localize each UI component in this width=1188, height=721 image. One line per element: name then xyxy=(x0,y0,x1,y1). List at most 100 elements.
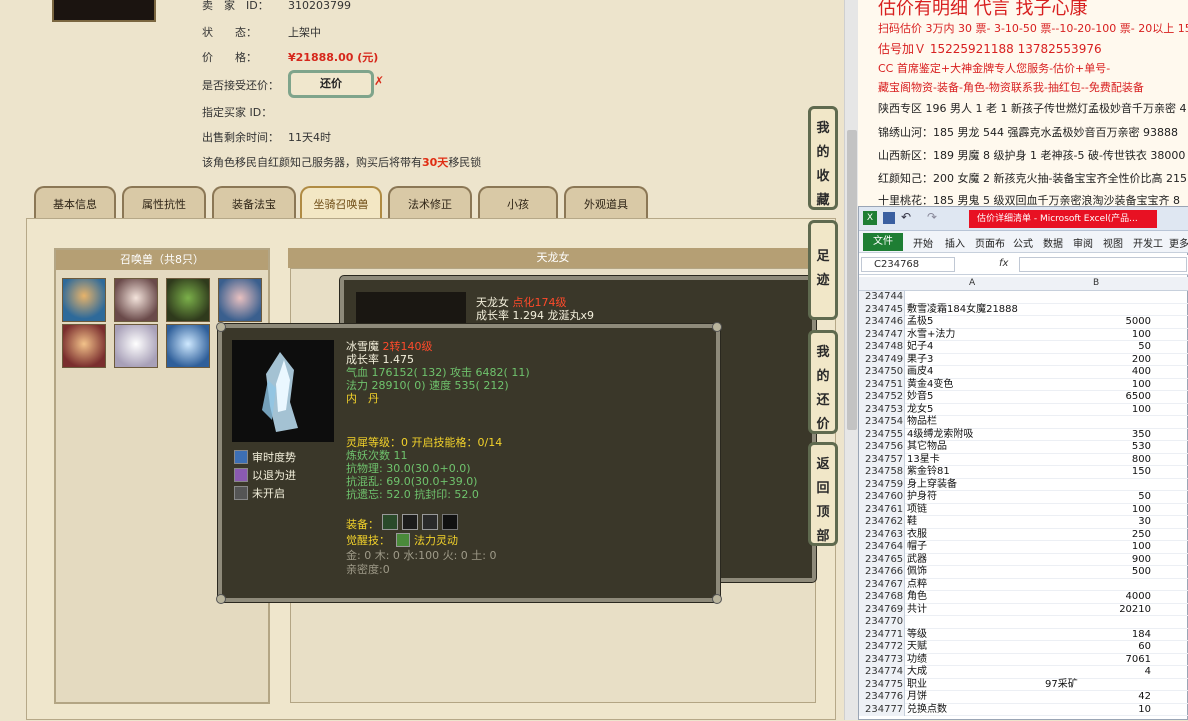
table-row[interactable]: 234775 职业 97采矿 xyxy=(859,678,1188,692)
table-row[interactable]: 234745 敷雪凌霜184女魔21888 xyxy=(859,303,1188,317)
name-box[interactable]: C234768 xyxy=(861,257,955,272)
table-row[interactable]: 234752 妙音5 6500 xyxy=(859,391,1188,404)
cell-a[interactable]: 画皮4 xyxy=(907,366,933,379)
cell-a[interactable]: 职业 xyxy=(907,679,927,692)
row-number[interactable]: 234752 xyxy=(859,391,905,404)
ribbon-tab-file[interactable]: 文件 xyxy=(863,233,903,251)
cell-b[interactable]: 4 xyxy=(1043,666,1151,679)
column-b-header[interactable]: B xyxy=(1093,278,1099,288)
cell-b[interactable]: 400 xyxy=(1043,366,1151,379)
cell-b[interactable]: 6500 xyxy=(1043,391,1151,404)
row-number[interactable]: 234765 xyxy=(859,553,905,566)
row-number[interactable]: 234760 xyxy=(859,491,905,504)
row-number[interactable]: 234774 xyxy=(859,666,905,679)
cell-a[interactable]: 天赋 xyxy=(907,641,927,654)
row-number[interactable]: 234750 xyxy=(859,366,905,379)
cell-b[interactable]: 50 xyxy=(1043,341,1151,354)
ribbon-tab-formulas[interactable]: 公式 xyxy=(1013,235,1033,250)
row-number[interactable]: 234764 xyxy=(859,541,905,554)
row-number[interactable]: 234758 xyxy=(859,466,905,479)
cell-a[interactable]: 护身符 xyxy=(907,491,937,504)
tab-equipment[interactable]: 装备法宝 xyxy=(212,186,296,218)
table-row[interactable]: 234763 衣服 250 xyxy=(859,528,1188,542)
table-row[interactable]: 234747 水雪+法力 100 xyxy=(859,328,1188,341)
cell-a[interactable]: 敷雪凌霜184女魔21888 xyxy=(907,304,1018,317)
cell-b[interactable]: 150 xyxy=(1043,466,1151,479)
cell-a[interactable]: 点粹 xyxy=(907,579,927,592)
cell-b[interactable]: 900 xyxy=(1043,554,1151,567)
skill-icon-3[interactable] xyxy=(234,486,248,500)
cell-a[interactable]: 物品栏 xyxy=(907,416,937,429)
table-row[interactable]: 234773 功绩 7061 xyxy=(859,653,1188,667)
cell-a[interactable]: 衣服 xyxy=(907,529,927,542)
table-row[interactable]: 234748 妃子4 50 xyxy=(859,341,1188,354)
table-row[interactable]: 234776 月饼 42 xyxy=(859,691,1188,704)
cell-b[interactable]: 100 xyxy=(1043,541,1151,554)
table-row[interactable]: 234772 天赋 60 xyxy=(859,641,1188,654)
scrollbar-thumb[interactable] xyxy=(847,130,857,430)
cell-a[interactable]: 其它物品 xyxy=(907,441,947,454)
row-number[interactable]: 234768 xyxy=(859,591,905,604)
row-number[interactable]: 234775 xyxy=(859,678,905,691)
skill-icon-1[interactable] xyxy=(234,450,248,464)
table-row[interactable]: 234755 4级缚龙索附吸 350 xyxy=(859,428,1188,442)
cell-a[interactable]: 功绩 xyxy=(907,654,927,667)
cell-b[interactable]: 350 xyxy=(1043,429,1151,442)
cell-a[interactable]: 项链 xyxy=(907,504,927,517)
table-row[interactable]: 234756 其它物品 530 xyxy=(859,441,1188,454)
row-number[interactable]: 234762 xyxy=(859,516,905,529)
row-number[interactable]: 234766 xyxy=(859,566,905,579)
my-favorites-button[interactable]: 我的收藏 xyxy=(808,106,838,210)
skill-icon-2[interactable] xyxy=(234,468,248,482)
row-number[interactable]: 234773 xyxy=(859,653,905,666)
ribbon-tab-view[interactable]: 视图 xyxy=(1103,235,1123,250)
cell-b[interactable]: 184 xyxy=(1043,629,1151,642)
cell-b[interactable]: 42 xyxy=(1043,691,1151,704)
table-row[interactable]: 234768 角色 4000 xyxy=(859,591,1188,604)
back-to-top-button[interactable]: 返回顶部 xyxy=(808,442,838,546)
cell-b[interactable]: 800 xyxy=(1043,454,1151,467)
cell-b[interactable]: 4000 xyxy=(1043,591,1151,604)
cell-b[interactable]: 530 xyxy=(1043,441,1151,454)
table-row[interactable]: 234761 项链 100 xyxy=(859,503,1188,517)
table-row[interactable]: 234774 大成 4 xyxy=(859,666,1188,679)
row-number[interactable]: 234751 xyxy=(859,378,905,391)
cell-a[interactable]: 月饼 xyxy=(907,691,927,704)
page-scrollbar[interactable] xyxy=(844,0,858,720)
row-number[interactable]: 234745 xyxy=(859,303,905,316)
row-number[interactable]: 234776 xyxy=(859,691,905,704)
cell-b[interactable]: 30 xyxy=(1043,516,1151,529)
table-row[interactable]: 234749 果子3 200 xyxy=(859,353,1188,366)
table-row[interactable]: 234753 龙女5 100 xyxy=(859,403,1188,417)
ribbon-tab-review[interactable]: 审阅 xyxy=(1073,235,1093,250)
table-row[interactable]: 234751 黄金4变色 100 xyxy=(859,378,1188,392)
table-row[interactable]: 234758 紫金铃81 150 xyxy=(859,466,1188,479)
cell-b[interactable]: 100 xyxy=(1043,379,1151,392)
table-row[interactable]: 234762 鞋 30 xyxy=(859,516,1188,529)
cell-b[interactable]: 60 xyxy=(1043,641,1151,654)
table-row[interactable]: 234769 共计 20210 xyxy=(859,603,1188,616)
table-row[interactable]: 234764 帽子 100 xyxy=(859,541,1188,554)
row-number[interactable]: 234772 xyxy=(859,641,905,654)
formula-input[interactable] xyxy=(1019,257,1187,272)
row-number[interactable]: 234763 xyxy=(859,528,905,541)
row-number[interactable]: 234759 xyxy=(859,478,905,491)
row-number[interactable]: 234753 xyxy=(859,403,905,416)
column-a-header[interactable]: A xyxy=(969,278,975,288)
cell-a[interactable]: 等级 xyxy=(907,629,927,642)
ribbon-tab-developer[interactable]: 开发工 xyxy=(1133,235,1163,250)
row-number[interactable]: 234756 xyxy=(859,441,905,454)
cell-b[interactable]: 97采矿 xyxy=(1045,679,1078,692)
row-number[interactable]: 234755 xyxy=(859,428,905,441)
equip-slot-3[interactable] xyxy=(422,514,438,530)
equip-slot-2[interactable] xyxy=(402,514,418,530)
row-number[interactable]: 234744 xyxy=(859,291,905,304)
cell-b[interactable]: 100 xyxy=(1043,404,1151,417)
cell-b[interactable]: 7061 xyxy=(1043,654,1151,667)
ribbon-tab-insert[interactable]: 插入 xyxy=(945,235,965,250)
cell-a[interactable]: 龙女5 xyxy=(907,404,933,417)
ribbon-tab-more[interactable]: 更多 xyxy=(1169,235,1188,250)
ribbon-tab-layout[interactable]: 页面布 xyxy=(975,235,1005,250)
table-row[interactable]: 234757 13星卡 800 xyxy=(859,453,1188,467)
table-row[interactable]: 234750 画皮4 400 xyxy=(859,366,1188,379)
